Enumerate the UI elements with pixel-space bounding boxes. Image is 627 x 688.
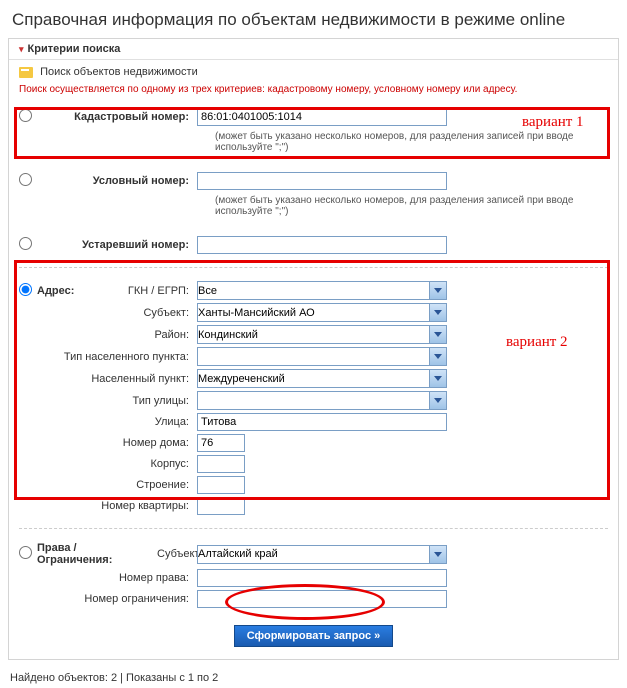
results-footer: Найдено объектов: 2 | Показаны с 1 по 2: [0, 668, 627, 688]
restriction-no-label: Номер ограничения:: [37, 593, 197, 605]
search-panel: Критерии поиска Поиск объектов недвижимо…: [8, 38, 619, 660]
criteria-header[interactable]: Критерии поиска: [9, 39, 618, 60]
address-label: Адрес:: [37, 285, 85, 297]
district-label: Район:: [37, 329, 197, 341]
street-type-label: Тип улицы:: [37, 395, 197, 407]
apt-label: Номер квартиры:: [37, 500, 197, 512]
submit-button[interactable]: Сформировать запрос »: [234, 625, 394, 647]
folder-icon: [19, 67, 33, 78]
house-label: Номер дома:: [37, 437, 197, 449]
korpus-input[interactable]: [197, 455, 245, 473]
street-label: Улица:: [37, 416, 197, 428]
radio-obsolete[interactable]: [19, 237, 32, 250]
gkn-select[interactable]: Все: [197, 281, 447, 300]
right-no-input[interactable]: [197, 569, 447, 587]
radio-cadastral[interactable]: [19, 109, 32, 122]
cadastral-input[interactable]: [197, 108, 447, 126]
divider: [19, 267, 608, 268]
subject-select[interactable]: Ханты-Мансийский АО: [197, 303, 447, 322]
page-title: Справочная информация по объектам недвиж…: [0, 0, 627, 38]
conditional-input[interactable]: [197, 172, 447, 190]
settlement-select[interactable]: Междуреченский: [197, 369, 447, 388]
settlement-label: Населенный пункт:: [37, 373, 197, 385]
gkn-label: ГКН / ЕГРП:: [85, 285, 197, 297]
korpus-label: Корпус:: [37, 458, 197, 470]
settlement-type-label: Тип населенного пункта:: [37, 351, 197, 363]
search-hint: Поиск осуществляется по одному из трех к…: [9, 82, 618, 101]
obsolete-label: Устаревший номер:: [37, 239, 197, 251]
conditional-label: Условный номер:: [37, 175, 197, 187]
obsolete-input[interactable]: [197, 236, 447, 254]
divider: [19, 528, 608, 529]
subject-label: Субъект:: [37, 307, 197, 319]
cadastral-label: Кадастровый номер:: [37, 111, 197, 123]
street-input[interactable]: [197, 413, 447, 431]
building-input[interactable]: [197, 476, 245, 494]
right-no-label: Номер права:: [37, 572, 197, 584]
search-objects-label: Поиск объектов недвижимости: [9, 60, 618, 82]
radio-address[interactable]: [19, 283, 32, 296]
district-select[interactable]: Кондинский: [197, 325, 447, 344]
settlement-type-select[interactable]: [197, 347, 447, 366]
street-type-select[interactable]: [197, 391, 447, 410]
cadastral-help: (может быть указано несколько номеров, д…: [19, 129, 608, 161]
search-objects-text: Поиск объектов недвижимости: [40, 66, 198, 78]
radio-conditional[interactable]: [19, 173, 32, 186]
building-label: Строение:: [37, 479, 197, 491]
radio-rights[interactable]: [19, 546, 32, 559]
rights-subject-label: Субъект:: [157, 548, 197, 560]
rights-label: Права / Ограничения:: [37, 542, 157, 566]
conditional-help: (может быть указано несколько номеров, д…: [19, 193, 608, 225]
restriction-no-input[interactable]: [197, 590, 447, 608]
house-input[interactable]: [197, 434, 245, 452]
apt-input[interactable]: [197, 497, 245, 515]
rights-subject-select[interactable]: Алтайский край: [197, 545, 447, 564]
